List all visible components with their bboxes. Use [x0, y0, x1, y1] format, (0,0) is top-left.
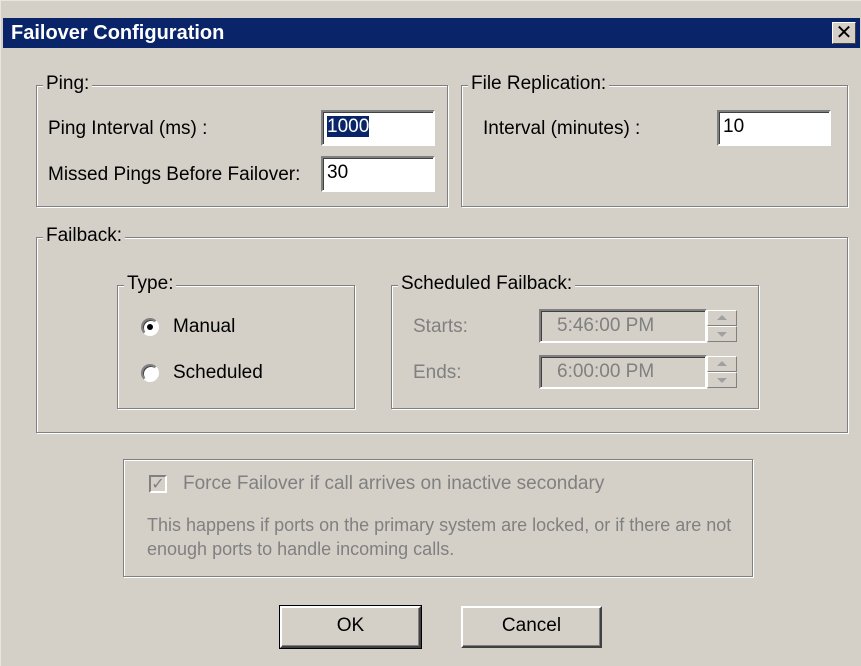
failover-dialog: Failover Configuration ✕ Ping: Ping Inte…	[0, 0, 861, 666]
starts-label: Starts:	[413, 316, 468, 337]
scheduled-radio[interactable]	[141, 364, 159, 382]
ping-interval-input[interactable]: 1000	[321, 110, 435, 146]
ping-interval-label: Ping Interval (ms) :	[48, 118, 208, 139]
ends-up-arrow-icon[interactable]	[707, 356, 737, 372]
ends-spinner[interactable]	[707, 356, 737, 388]
ok-button[interactable]: OK	[279, 605, 422, 649]
starts-time-value: 5:46:00 PM	[557, 315, 655, 336]
starts-up-arrow-icon[interactable]	[707, 310, 737, 326]
file-replication-group: File Replication:	[461, 73, 848, 207]
scheduled-failback-legend: Scheduled Failback:	[398, 273, 576, 295]
cancel-button[interactable]: Cancel	[461, 606, 602, 648]
force-failover-checkbox[interactable]: ✓	[149, 475, 167, 493]
starts-spinner[interactable]	[707, 310, 737, 342]
title-bar[interactable]: Failover Configuration ✕	[3, 18, 860, 48]
failback-type-group: Type:	[117, 273, 355, 409]
replication-interval-value: 10	[723, 116, 745, 137]
replication-interval-label: Interval (minutes) :	[483, 118, 641, 139]
manual-radio[interactable]	[141, 318, 159, 336]
starts-down-arrow-icon[interactable]	[707, 326, 737, 342]
force-failover-description: This happens if ports on the primary sys…	[147, 515, 732, 559]
manual-radio-label[interactable]: Manual	[173, 316, 235, 338]
failback-legend: Failback:	[43, 225, 126, 247]
ping-interval-value: 1000	[327, 116, 370, 137]
ends-label: Ends:	[413, 362, 462, 383]
force-failover-label[interactable]: Force Failover if call arrives on inacti…	[183, 473, 604, 495]
ends-down-arrow-icon[interactable]	[707, 372, 737, 388]
starts-time-input[interactable]: 5:46:00 PM	[539, 309, 707, 343]
ends-time-input[interactable]: 6:00:00 PM	[539, 355, 707, 389]
close-icon[interactable]: ✕	[832, 22, 856, 44]
scheduled-failback-group: Scheduled Failback:	[391, 273, 759, 409]
missed-pings-label: Missed Pings Before Failover:	[48, 164, 301, 185]
ping-legend: Ping:	[43, 73, 93, 95]
window-title: Failover Configuration	[11, 22, 225, 44]
missed-pings-value: 30	[327, 162, 349, 183]
failback-type-legend: Type:	[124, 273, 177, 295]
ends-time-value: 6:00:00 PM	[557, 361, 655, 382]
scheduled-radio-label[interactable]: Scheduled	[173, 362, 263, 384]
missed-pings-input[interactable]: 30	[321, 156, 435, 192]
file-replication-legend: File Replication:	[468, 73, 610, 95]
replication-interval-input[interactable]: 10	[717, 110, 831, 146]
